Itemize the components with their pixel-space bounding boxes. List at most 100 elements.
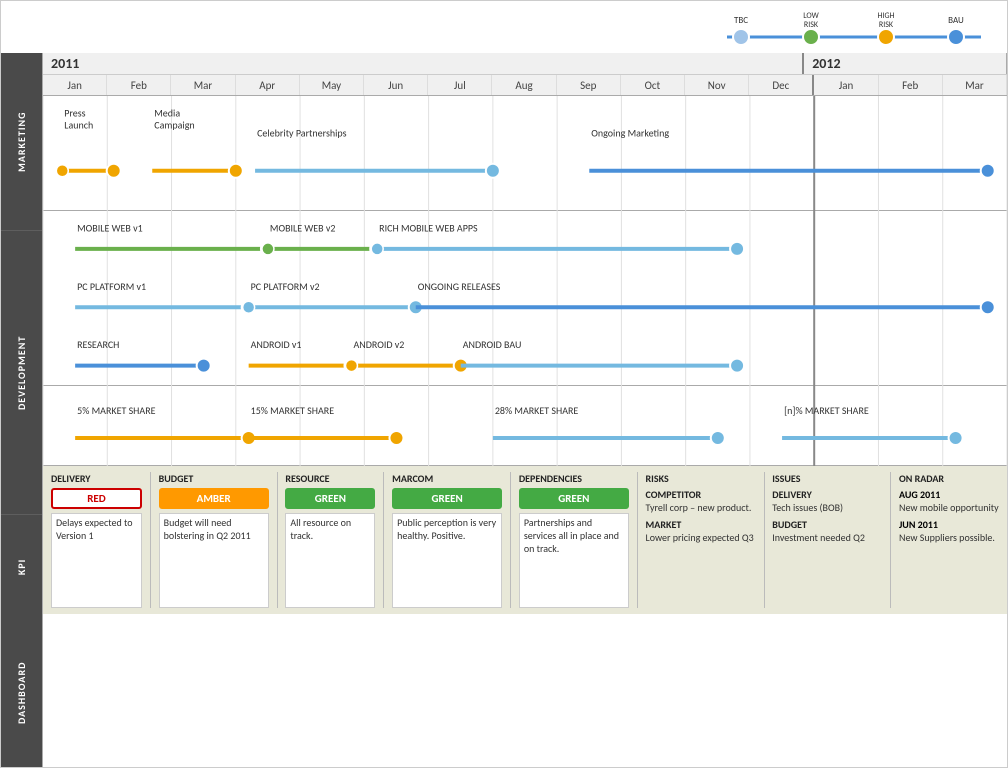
dashboard-divider xyxy=(383,472,384,608)
svg-text:TBC: TBC xyxy=(734,15,748,26)
svg-text:Launch: Launch xyxy=(64,119,93,132)
month-cell: Feb xyxy=(879,75,943,95)
issues-column: ISSUES DELIVERYTech issues (BOB) BUDGETInv… xyxy=(772,472,882,608)
on-radar-column: ON RADARAUG 2011New mobile opportunityJU… xyxy=(899,472,999,608)
dashboard-column-header: MARCOM xyxy=(392,472,502,485)
month-cell: Feb xyxy=(107,75,171,95)
dashboard-badge: GREEN xyxy=(519,488,629,509)
svg-text:MOBILE WEB v2: MOBILE WEB v2 xyxy=(270,221,336,234)
dashboard-divider xyxy=(150,472,151,608)
risks-column: RISKS COMPETITORTyrell corp – new product… xyxy=(646,472,756,608)
chart-area: 20112012 JanFebMarAprMayJunJulAugSepOctN… xyxy=(43,53,1007,767)
legend: TBCLOWRISKHIGHRISKBAU xyxy=(711,9,991,49)
month-cell: Jul xyxy=(428,75,492,95)
dashboard-text: Public perception is very healthy. Posit… xyxy=(392,513,502,608)
marketing-section: PressLaunchMediaCampaignCelebrity Partne… xyxy=(43,96,1007,211)
dashboard-column-header: RESOURCE xyxy=(285,472,375,485)
kpi-section: 5% MARKET SHARE 15% MARKET SHARE 28% MARKE… xyxy=(43,386,1007,466)
radar-item: JUN 2011New Suppliers possible. xyxy=(899,518,999,544)
years-row: 20112012 xyxy=(43,53,1007,75)
year-label: 2011 xyxy=(43,53,804,74)
svg-text:PC PLATFORM v2: PC PLATFORM v2 xyxy=(251,280,320,293)
dashboard-text: All resource on track. xyxy=(285,513,375,608)
month-cell: Sep xyxy=(557,75,621,95)
risk-text: Tyrell corp – new product. xyxy=(646,501,756,514)
svg-text:MOBILE WEB v1: MOBILE WEB v1 xyxy=(77,221,143,234)
year-label: 2012 xyxy=(804,53,1007,74)
svg-text:15% MARKET SHARE: 15% MARKET SHARE xyxy=(251,404,335,417)
issue-text: Tech issues (BOB) xyxy=(772,501,882,514)
issue-label: BUDGET xyxy=(772,518,882,531)
risk-label: MARKET xyxy=(646,518,756,531)
dashboard-section: DELIVERYREDDelays expected to Version 1B… xyxy=(43,466,1007,614)
issue-item: BUDGETInvestment needed Q2 xyxy=(772,518,882,544)
svg-text:BAU: BAU xyxy=(948,15,964,26)
dashboard-divider xyxy=(510,472,511,608)
month-cell: Jan xyxy=(814,75,878,95)
svg-text:Campaign: Campaign xyxy=(154,119,194,132)
radar-text: New mobile opportunity xyxy=(899,501,999,514)
month-cell: Aug xyxy=(492,75,556,95)
svg-text:5% MARKET SHARE: 5% MARKET SHARE xyxy=(77,404,155,417)
months-row: JanFebMarAprMayJunJulAugSepOctNovDecJanF… xyxy=(43,75,1007,95)
dashboard-text: Delays expected to Version 1 xyxy=(51,513,142,608)
dashboard-column-delivery: DELIVERY RED Delays expected to Version 1 xyxy=(51,472,142,608)
svg-text:28% MARKET SHARE: 28% MARKET SHARE xyxy=(495,404,579,417)
dashboard-column-header: DEPENDENCIES xyxy=(519,472,629,485)
svg-text:ANDROID BAU: ANDROID BAU xyxy=(463,338,522,351)
svg-text:RICH MOBILE WEB APPS: RICH MOBILE WEB APPS xyxy=(379,221,478,234)
dashboard-text: Partnerships and services all in place a… xyxy=(519,513,629,608)
radar-item: AUG 2011New mobile opportunity xyxy=(899,488,999,514)
svg-text:ANDROID v1: ANDROID v1 xyxy=(251,338,302,351)
svg-text:[n]% MARKET SHARE: [n]% MARKET SHARE xyxy=(784,404,869,417)
svg-text:ANDROID v2: ANDROID v2 xyxy=(353,338,404,351)
svg-text:PC PLATFORM v1: PC PLATFORM v1 xyxy=(77,280,146,293)
dashboard-text: Budget will need bolstering in Q2 2011 xyxy=(159,513,269,608)
dashboard-column-header: BUDGET xyxy=(159,472,269,485)
dashboard-content: DELIVERYREDDelays expected to Version 1B… xyxy=(43,466,1007,614)
issue-item: DELIVERYTech issues (BOB) xyxy=(772,488,882,514)
dashboard-badge: GREEN xyxy=(392,488,502,509)
dashboard-column-resource: RESOURCE GREEN All resource on track. xyxy=(285,472,375,608)
row-labels: MARKETING DEVELOPMENT KPI DASHBOARD xyxy=(1,53,43,767)
dashboard-badge: RED xyxy=(51,488,142,509)
risk-item: COMPETITORTyrell corp – new product. xyxy=(646,488,756,514)
month-cell: May xyxy=(300,75,364,95)
time-header: 20112012 JanFebMarAprMayJunJulAugSepOctN… xyxy=(43,53,1007,96)
row-label-marketing: MARKETING xyxy=(1,53,42,231)
radar-date: AUG 2011 xyxy=(899,488,999,501)
dashboard-column-dependencies: DEPENDENCIES GREEN Partnerships and servic… xyxy=(519,472,629,608)
risk-label: COMPETITOR xyxy=(646,488,756,501)
row-label-dashboard: DASHBOARD xyxy=(1,619,42,767)
month-cell: Mar xyxy=(943,75,1007,95)
row-label-development: DEVELOPMENT xyxy=(1,231,42,514)
month-cell: Apr xyxy=(236,75,300,95)
month-cell: Jun xyxy=(364,75,428,95)
month-cell: Mar xyxy=(171,75,235,95)
radar-text: New Suppliers possible. xyxy=(899,531,999,544)
dashboard-divider xyxy=(890,472,891,608)
page: TBCLOWRISKHIGHRISKBAU MARKETING DEVELOPM… xyxy=(0,0,1008,768)
risk-item: MARKETLower pricing expected Q3 xyxy=(646,518,756,544)
risks-header: RISKS xyxy=(646,472,756,485)
svg-text:Ongoing Marketing: Ongoing Marketing xyxy=(591,126,669,139)
dashboard-divider xyxy=(764,472,765,608)
svg-text:RISK: RISK xyxy=(879,20,894,30)
dashboard-badge: GREEN xyxy=(285,488,375,509)
dashboard-column-budget: BUDGETAMBERBudget will need bolstering i… xyxy=(159,472,269,608)
dashboard-column-header: DELIVERY xyxy=(51,472,142,485)
issues-header: ISSUES xyxy=(772,472,882,485)
issue-text: Investment needed Q2 xyxy=(772,531,882,544)
svg-text:RISK: RISK xyxy=(804,20,819,30)
dashboard-divider xyxy=(637,472,638,608)
risk-text: Lower pricing expected Q3 xyxy=(646,531,756,544)
svg-text:Celebrity Partnerships: Celebrity Partnerships xyxy=(257,126,347,139)
header: TBCLOWRISKHIGHRISKBAU xyxy=(1,1,1007,53)
dashboard-divider xyxy=(277,472,278,608)
development-section: MOBILE WEB v1 MOBILE WEB v2 RICH MOBILE WE… xyxy=(43,211,1007,386)
svg-text:ONGOING RELEASES: ONGOING RELEASES xyxy=(418,280,501,293)
timeline-container: MARKETING DEVELOPMENT KPI DASHBOARD 2011… xyxy=(1,53,1007,767)
month-cell: Jan xyxy=(43,75,107,95)
issue-label: DELIVERY xyxy=(772,488,882,501)
dashboard-column-marcom: MARCOM GREEN Public perception is very hea… xyxy=(392,472,502,608)
